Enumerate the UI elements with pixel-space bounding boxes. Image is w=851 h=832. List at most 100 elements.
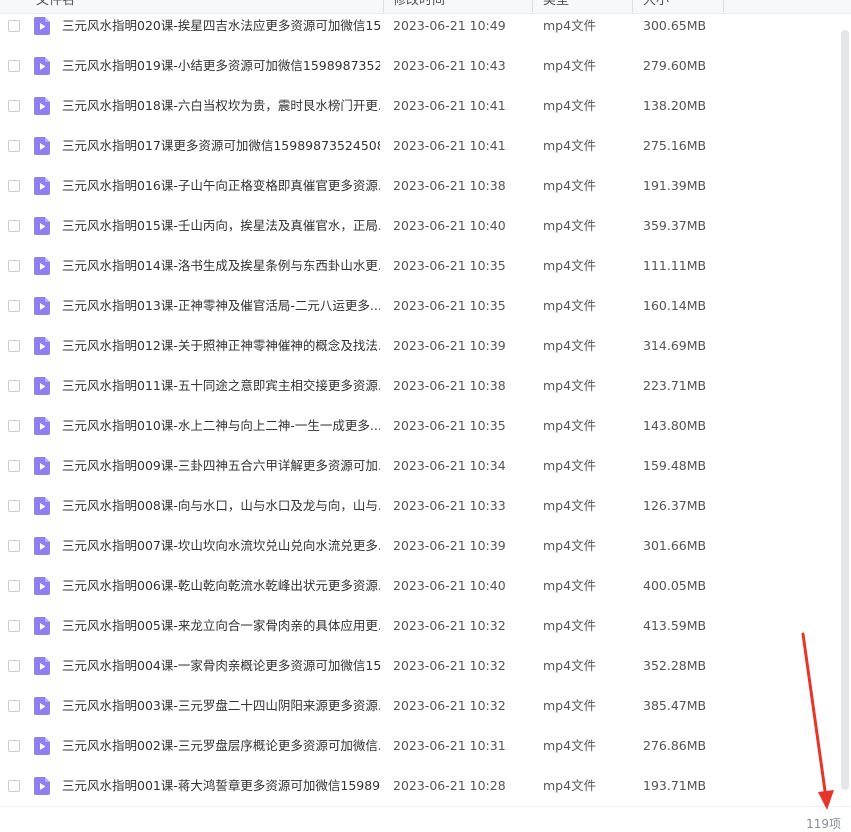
file-type: mp4文件 xyxy=(543,498,597,513)
row-checkbox[interactable] xyxy=(8,180,20,192)
file-type: mp4文件 xyxy=(543,218,597,233)
file-row[interactable]: 三元风水指明003课-三元罗盘二十四山阴阳来源更多资源... 2023-06-2… xyxy=(0,686,836,726)
file-name[interactable]: 三元风水指明018课-六白当权坎为贵，震时艮水榜门开更... xyxy=(62,98,380,114)
file-name[interactable]: 三元风水指明019课-小结更多资源可加微信1598987352... xyxy=(62,58,380,74)
row-checkbox[interactable] xyxy=(8,700,20,712)
video-file-icon xyxy=(34,417,50,435)
file-size: 191.39MB xyxy=(643,178,707,193)
file-modified-time: 2023-06-21 10:31 xyxy=(393,738,506,753)
file-row[interactable]: 三元风水指明006课-乾山乾向乾流水乾峰出状元更多资源... 2023-06-2… xyxy=(0,566,836,606)
file-row[interactable]: 三元风水指明004课-一家骨肉亲概论更多资源可加微信15... 2023-06-… xyxy=(0,646,836,686)
file-name[interactable]: 三元风水指明017课更多资源可加微信15989873524508... xyxy=(62,138,380,154)
row-checkbox[interactable] xyxy=(8,100,20,112)
row-checkbox[interactable] xyxy=(8,60,20,72)
file-name[interactable]: 三元风水指明003课-三元罗盘二十四山阴阳来源更多资源... xyxy=(62,698,380,714)
file-row[interactable]: 三元风水指明009课-三卦四神五合六甲详解更多资源可加... 2023-06-2… xyxy=(0,446,836,486)
file-row[interactable]: 三元风水指明013课-正神零神及催官活局-二元八运更多... 2023-06-2… xyxy=(0,286,836,326)
file-size: 223.71MB xyxy=(643,378,707,393)
file-type: mp4文件 xyxy=(543,658,597,673)
video-file-icon xyxy=(34,777,50,795)
file-size: 400.05MB xyxy=(643,578,707,593)
file-type: mp4文件 xyxy=(543,18,597,33)
file-type: mp4文件 xyxy=(543,258,597,273)
file-row[interactable]: 三元风水指明010课-水上二神与向上二神-一生一成更多... 2023-06-2… xyxy=(0,406,836,446)
file-size: 160.14MB xyxy=(643,298,707,313)
file-size: 143.80MB xyxy=(643,418,707,433)
file-row[interactable]: 三元风水指明008课-向与水口，山与水口及龙与向，山与... 2023-06-2… xyxy=(0,486,836,526)
file-name[interactable]: 三元风水指明006课-乾山乾向乾流水乾峰出状元更多资源... xyxy=(62,578,380,594)
row-checkbox[interactable] xyxy=(8,340,20,352)
file-row[interactable]: 三元风水指明020课-挨星四吉水法应更多资源可加微信15... 2023-06-… xyxy=(0,6,836,46)
video-file-icon xyxy=(34,137,50,155)
video-file-icon xyxy=(34,177,50,195)
row-checkbox[interactable] xyxy=(8,300,20,312)
file-size: 111.11MB xyxy=(643,258,707,273)
file-row[interactable]: 三元风水指明017课更多资源可加微信15989873524508... 2023… xyxy=(0,126,836,166)
file-row[interactable]: 三元风水指明001课-蒋大鸿誓章更多资源可加微信15989... 2023-06… xyxy=(0,766,836,806)
row-checkbox[interactable] xyxy=(8,260,20,272)
video-file-icon xyxy=(34,217,50,235)
file-row[interactable]: 三元风水指明011课-五十同途之意即宾主相交接更多资源... 2023-06-2… xyxy=(0,366,836,406)
video-file-icon xyxy=(34,257,50,275)
row-checkbox[interactable] xyxy=(8,20,20,32)
file-name[interactable]: 三元风水指明010课-水上二神与向上二神-一生一成更多... xyxy=(62,418,380,434)
row-checkbox[interactable] xyxy=(8,580,20,592)
file-name[interactable]: 三元风水指明014课-洛书生成及挨星条例与东西卦山水更... xyxy=(62,258,380,274)
file-size: 301.66MB xyxy=(643,538,707,553)
file-modified-time: 2023-06-21 10:35 xyxy=(393,418,506,433)
file-modified-time: 2023-06-21 10:38 xyxy=(393,378,506,393)
file-type: mp4文件 xyxy=(543,178,597,193)
file-type: mp4文件 xyxy=(543,298,597,313)
file-row[interactable]: 三元风水指明018课-六白当权坎为贵，震时艮水榜门开更... 2023-06-2… xyxy=(0,86,836,126)
file-name[interactable]: 三元风水指明008课-向与水口，山与水口及龙与向，山与... xyxy=(62,498,380,514)
file-name[interactable]: 三元风水指明015课-壬山丙向，挨星法及真催官水，正局... xyxy=(62,218,380,234)
scrollbar-thumb[interactable] xyxy=(841,30,849,790)
file-row[interactable]: 三元风水指明007课-坎山坎向水流坎兑山兑向水流兑更多... 2023-06-2… xyxy=(0,526,836,566)
file-name[interactable]: 三元风水指明004课-一家骨肉亲概论更多资源可加微信15... xyxy=(62,658,380,674)
file-modified-time: 2023-06-21 10:40 xyxy=(393,218,506,233)
row-checkbox[interactable] xyxy=(8,380,20,392)
row-checkbox[interactable] xyxy=(8,780,20,792)
file-row[interactable]: 三元风水指明005课-来龙立向合一家骨肉亲的具体应用更... 2023-06-2… xyxy=(0,606,836,646)
file-row[interactable]: 三元风水指明014课-洛书生成及挨星条例与东西卦山水更... 2023-06-2… xyxy=(0,246,836,286)
file-name[interactable]: 三元风水指明005课-来龙立向合一家骨肉亲的具体应用更... xyxy=(62,618,380,634)
vertical-scrollbar[interactable] xyxy=(841,30,849,790)
file-modified-time: 2023-06-21 10:41 xyxy=(393,98,506,113)
file-type: mp4文件 xyxy=(543,698,597,713)
row-checkbox[interactable] xyxy=(8,620,20,632)
file-size: 314.69MB xyxy=(643,338,707,353)
file-modified-time: 2023-06-21 10:39 xyxy=(393,538,506,553)
file-row[interactable]: 三元风水指明019课-小结更多资源可加微信1598987352... 2023-… xyxy=(0,46,836,86)
row-checkbox[interactable] xyxy=(8,460,20,472)
file-modified-time: 2023-06-21 10:28 xyxy=(393,778,506,793)
row-checkbox[interactable] xyxy=(8,140,20,152)
file-name[interactable]: 三元风水指明012课-关于照神正神零神催神的概念及找法... xyxy=(62,338,380,354)
row-checkbox[interactable] xyxy=(8,740,20,752)
row-checkbox[interactable] xyxy=(8,500,20,512)
file-type: mp4文件 xyxy=(543,778,597,793)
file-name[interactable]: 三元风水指明020课-挨星四吉水法应更多资源可加微信15... xyxy=(62,18,380,34)
file-modified-time: 2023-06-21 10:39 xyxy=(393,338,506,353)
file-type: mp4文件 xyxy=(543,138,597,153)
row-checkbox[interactable] xyxy=(8,660,20,672)
file-name[interactable]: 三元风水指明009课-三卦四神五合六甲详解更多资源可加... xyxy=(62,458,380,474)
file-row[interactable]: 三元风水指明016课-子山午向正格变格即真催官更多资源... 2023-06-2… xyxy=(0,166,836,206)
file-row[interactable]: 三元风水指明015课-壬山丙向，挨星法及真催官水，正局... 2023-06-2… xyxy=(0,206,836,246)
row-checkbox[interactable] xyxy=(8,540,20,552)
file-row[interactable]: 三元风水指明002课-三元罗盘层序概论更多资源可加微信... 2023-06-2… xyxy=(0,726,836,766)
file-name[interactable]: 三元风水指明013课-正神零神及催官活局-二元八运更多... xyxy=(62,298,380,314)
file-modified-time: 2023-06-21 10:34 xyxy=(393,458,506,473)
file-modified-time: 2023-06-21 10:49 xyxy=(393,18,506,33)
file-name[interactable]: 三元风水指明016课-子山午向正格变格即真催官更多资源... xyxy=(62,178,380,194)
file-name[interactable]: 三元风水指明002课-三元罗盘层序概论更多资源可加微信... xyxy=(62,738,380,754)
file-modified-time: 2023-06-21 10:40 xyxy=(393,578,506,593)
file-name[interactable]: 三元风水指明001课-蒋大鸿誓章更多资源可加微信15989... xyxy=(62,778,380,794)
file-name[interactable]: 三元风水指明011课-五十同途之意即宾主相交接更多资源... xyxy=(62,378,380,394)
file-type: mp4文件 xyxy=(543,378,597,393)
row-checkbox[interactable] xyxy=(8,220,20,232)
video-file-icon xyxy=(34,297,50,315)
file-name[interactable]: 三元风水指明007课-坎山坎向水流坎兑山兑向水流兑更多... xyxy=(62,538,380,554)
file-row[interactable]: 三元风水指明012课-关于照神正神零神催神的概念及找法... 2023-06-2… xyxy=(0,326,836,366)
row-checkbox[interactable] xyxy=(8,420,20,432)
video-file-icon xyxy=(34,377,50,395)
